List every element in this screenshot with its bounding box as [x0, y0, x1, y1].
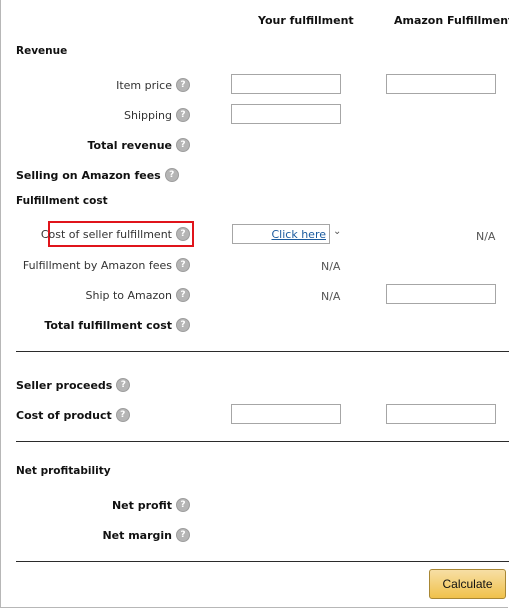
divider	[16, 441, 509, 442]
click-here-link[interactable]: Click here	[272, 228, 327, 241]
row-total-revenue: Total revenue?	[1, 135, 190, 155]
row-net-margin: Net margin?	[1, 525, 190, 545]
row-cost-of-product: Cost of product?	[16, 405, 176, 425]
ship-to-amazon-input-amazon[interactable]	[386, 284, 496, 304]
help-icon[interactable]: ?	[176, 138, 190, 152]
help-icon[interactable]: ?	[164, 168, 179, 182]
shipping-input-your[interactable]	[231, 104, 341, 124]
cost-of-seller-fulfillment-label: Cost of seller fulfillment	[40, 227, 172, 241]
help-icon[interactable]: ?	[176, 78, 190, 92]
ship-to-amazon-your-value: N/A	[321, 290, 341, 303]
row-selling-fees: Selling on Amazon fees?	[16, 165, 216, 185]
item-price-input-your[interactable]	[231, 74, 341, 94]
row-total-fulfillment-cost: Total fulfillment cost?	[1, 315, 190, 335]
help-icon[interactable]: ?	[176, 288, 190, 302]
row-fba-fees: Fulfillment by Amazon fees?	[1, 255, 190, 275]
fba-fees-your-value: N/A	[321, 260, 341, 273]
help-icon[interactable]: ?	[176, 258, 190, 272]
help-icon[interactable]: ?	[176, 108, 190, 122]
row-net-profit: Net profit?	[1, 495, 190, 515]
cost-of-seller-fulfillment-field[interactable]: Click here	[232, 224, 330, 244]
col-header-your-fulfillment: Your fulfillment	[258, 14, 354, 27]
total-revenue-label: Total revenue	[87, 138, 172, 152]
row-cost-of-seller-fulfillment: Cost of seller fulfillment?	[1, 224, 190, 244]
selling-fees-label: Selling on Amazon fees	[16, 168, 161, 182]
divider	[16, 561, 509, 562]
item-price-label: Item price	[116, 78, 172, 92]
ship-to-amazon-label: Ship to Amazon	[85, 288, 173, 302]
help-icon[interactable]: ?	[176, 227, 190, 241]
help-icon[interactable]: ?	[116, 378, 131, 392]
cost-of-product-input-your[interactable]	[231, 404, 341, 424]
row-shipping: Shipping?	[1, 105, 190, 125]
help-icon[interactable]: ?	[176, 318, 190, 332]
col-header-amazon-fulfillment: Amazon Fulfillment	[394, 14, 509, 27]
help-icon[interactable]: ?	[176, 528, 190, 542]
net-profit-label: Net profit	[111, 498, 172, 512]
divider	[16, 351, 509, 352]
section-fulfillment-cost: Fulfillment cost	[16, 195, 108, 207]
row-ship-to-amazon: Ship to Amazon?	[1, 285, 190, 305]
total-fulfillment-cost-label: Total fulfillment cost	[44, 318, 172, 332]
profit-calculator-panel: Your fulfillment Amazon Fulfillment Reve…	[0, 0, 509, 608]
seller-proceeds-label: Seller proceeds	[16, 378, 113, 392]
calculate-button[interactable]: Calculate	[429, 569, 506, 599]
row-seller-proceeds: Seller proceeds?	[16, 375, 176, 395]
help-icon[interactable]: ?	[176, 498, 190, 512]
section-net-profitability: Net profitability	[16, 465, 111, 477]
item-price-input-amazon[interactable]	[386, 74, 496, 94]
cost-of-product-input-amazon[interactable]	[386, 404, 496, 424]
net-margin-label: Net margin	[102, 528, 172, 542]
section-revenue: Revenue	[16, 45, 68, 57]
chevron-down-icon[interactable]: ⌄	[333, 226, 341, 237]
cost-of-seller-fulfillment-amazon-value: N/A	[476, 230, 496, 243]
cost-of-product-label: Cost of product	[16, 408, 112, 422]
help-icon[interactable]: ?	[115, 408, 130, 422]
fba-fees-label: Fulfillment by Amazon fees	[22, 258, 172, 272]
shipping-label: Shipping	[124, 108, 172, 122]
row-item-price: Item price?	[1, 75, 190, 95]
